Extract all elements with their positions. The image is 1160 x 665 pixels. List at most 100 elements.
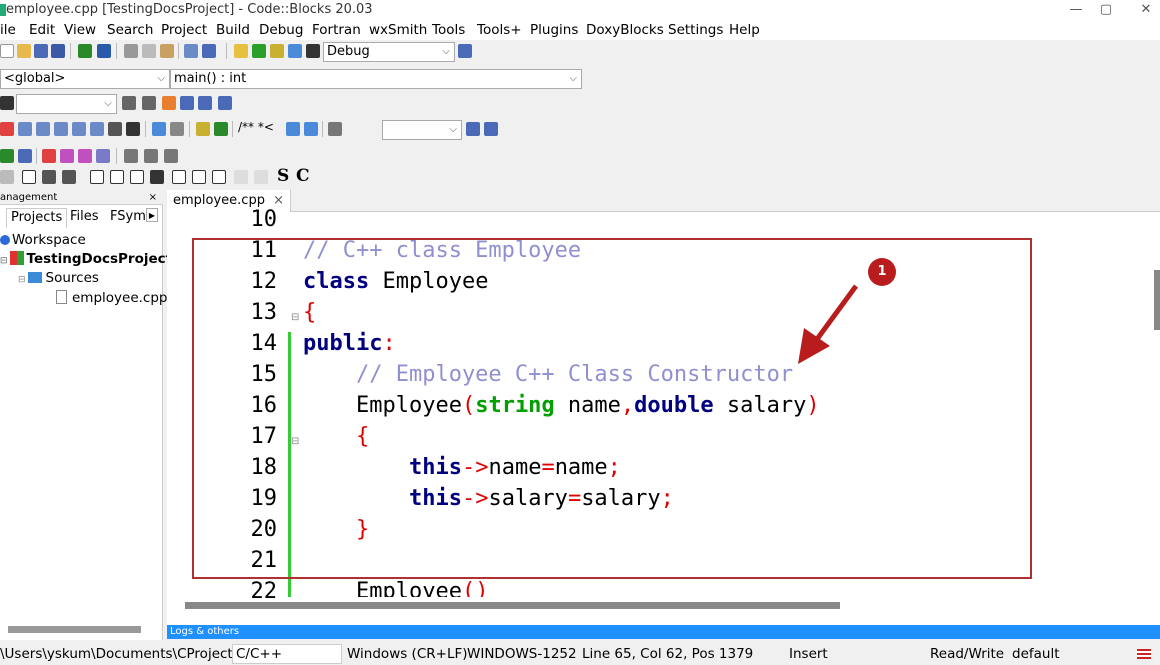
debug-start-icon[interactable] bbox=[0, 122, 14, 136]
save-icon[interactable] bbox=[34, 44, 48, 58]
menu-file[interactable]: ile bbox=[0, 20, 16, 40]
clear-bookmarks-icon[interactable] bbox=[96, 149, 110, 163]
find-icon[interactable] bbox=[184, 44, 198, 58]
tree-collapse-icon[interactable]: ⊟ bbox=[0, 256, 8, 266]
menu-build[interactable]: Build bbox=[216, 20, 250, 40]
rebuild-icon[interactable] bbox=[288, 44, 302, 58]
build-icon[interactable] bbox=[234, 44, 248, 58]
insert-before-icon[interactable] bbox=[42, 170, 56, 184]
next-instruction-icon[interactable] bbox=[90, 122, 104, 136]
next-line-icon[interactable] bbox=[36, 122, 50, 136]
code-snippet-select[interactable]: ⌵ bbox=[382, 120, 462, 140]
logs-panel-tab[interactable]: Logs & others bbox=[167, 625, 1160, 639]
doxywizard-icon[interactable] bbox=[196, 122, 210, 136]
language-flag-icon[interactable] bbox=[1137, 649, 1151, 659]
run-to-cursor-icon[interactable] bbox=[18, 122, 32, 136]
horizontal-scrollbar[interactable] bbox=[185, 602, 840, 609]
run-icon[interactable] bbox=[252, 44, 266, 58]
menu-search[interactable]: Search bbox=[107, 20, 153, 40]
close-tab-icon[interactable]: × bbox=[273, 193, 284, 208]
insert-after-icon[interactable] bbox=[62, 170, 76, 184]
copy-icon[interactable] bbox=[142, 44, 156, 58]
tree-workspace[interactable]: Workspace bbox=[0, 230, 86, 250]
build-and-run-icon[interactable] bbox=[270, 44, 284, 58]
search-forward-icon[interactable] bbox=[142, 96, 156, 110]
redo-icon[interactable] bbox=[97, 44, 111, 58]
save-all-icon[interactable] bbox=[51, 44, 65, 58]
widget-g-icon[interactable] bbox=[212, 170, 226, 184]
menu-project[interactable]: Project bbox=[161, 20, 207, 40]
extract-docs-icon[interactable] bbox=[214, 122, 228, 136]
regex-icon[interactable] bbox=[218, 96, 232, 110]
doxy-html-icon[interactable] bbox=[286, 122, 300, 136]
zoom-out-icon[interactable] bbox=[254, 170, 268, 184]
maximize-button[interactable]: ▢ bbox=[1086, 0, 1126, 20]
various-info-icon[interactable] bbox=[170, 122, 184, 136]
close-panel-icon[interactable]: × bbox=[149, 190, 157, 205]
highlight-icon[interactable] bbox=[162, 96, 176, 110]
doxy-help-icon[interactable] bbox=[304, 122, 318, 136]
next-change-icon[interactable] bbox=[164, 149, 178, 163]
match-case-icon[interactable] bbox=[198, 96, 212, 110]
menu-edit[interactable]: Edit bbox=[29, 20, 55, 40]
doxy-prefs-icon[interactable] bbox=[328, 122, 342, 136]
tree-project[interactable]: ⊟ TestingDocsProject bbox=[0, 249, 172, 269]
menu-fortran[interactable]: Fortran bbox=[312, 20, 361, 40]
cut-icon[interactable] bbox=[124, 44, 138, 58]
widget-b-icon[interactable] bbox=[110, 170, 124, 184]
tab-fsymbols[interactable]: FSym bbox=[106, 208, 150, 228]
build-target-options-icon[interactable] bbox=[458, 44, 472, 58]
find-icon[interactable] bbox=[466, 122, 480, 136]
new-file-icon[interactable] bbox=[0, 44, 14, 58]
tabs-scroll-right-icon[interactable]: ▶ bbox=[146, 208, 158, 222]
toggle-bookmark-icon[interactable] bbox=[42, 149, 56, 163]
build-target-select[interactable]: Debug ⌵ bbox=[323, 42, 455, 62]
menu-settings[interactable]: Settings bbox=[668, 20, 723, 40]
menu-doxyblocks[interactable]: DoxyBlocks bbox=[586, 20, 664, 40]
show-c-button[interactable]: C bbox=[296, 166, 310, 186]
menu-tools[interactable]: Tools bbox=[432, 20, 465, 40]
menu-wxsmith[interactable]: wxSmith bbox=[369, 20, 427, 40]
stop-debugger-icon[interactable] bbox=[126, 122, 140, 136]
jump-back-icon[interactable] bbox=[0, 149, 14, 163]
doxy-block-comment-button[interactable]: /** *< bbox=[238, 120, 274, 134]
menu-view[interactable]: View bbox=[64, 20, 96, 40]
widget-d-icon[interactable] bbox=[150, 170, 164, 184]
zoom-in-icon[interactable] bbox=[234, 170, 248, 184]
management-scrollbar[interactable] bbox=[8, 626, 141, 633]
paste-icon[interactable] bbox=[160, 44, 174, 58]
find-replace-icon[interactable] bbox=[484, 122, 498, 136]
search-input[interactable]: ⌵ bbox=[16, 94, 117, 114]
widget-f-icon[interactable] bbox=[192, 170, 206, 184]
undo-icon[interactable] bbox=[78, 44, 92, 58]
tab-projects[interactable]: Projects bbox=[6, 208, 68, 228]
next-bookmark-icon[interactable] bbox=[78, 149, 92, 163]
tree-collapse-icon[interactable]: ⊟ bbox=[18, 275, 26, 285]
scope-select[interactable]: <global> ⌵ bbox=[0, 69, 170, 89]
abort-icon[interactable] bbox=[306, 44, 320, 58]
step-out-icon[interactable] bbox=[72, 122, 86, 136]
menu-plugins[interactable]: Plugins bbox=[530, 20, 578, 40]
insert-into-icon[interactable] bbox=[22, 170, 36, 184]
selected-text-icon[interactable] bbox=[180, 96, 194, 110]
replace-icon[interactable] bbox=[202, 44, 216, 58]
function-select[interactable]: main() : int ⌵ bbox=[170, 69, 582, 89]
change-marker-icon[interactable] bbox=[144, 149, 158, 163]
menu-debug[interactable]: Debug bbox=[259, 20, 303, 40]
clear-search-icon[interactable] bbox=[0, 96, 14, 110]
jump-forward-icon[interactable] bbox=[18, 149, 32, 163]
tree-file-employee[interactable]: employee.cpp bbox=[56, 288, 168, 308]
menu-help[interactable]: Help bbox=[729, 20, 760, 40]
tree-sources-folder[interactable]: ⊟ Sources bbox=[18, 268, 99, 288]
pointer-icon[interactable] bbox=[0, 170, 14, 184]
open-file-icon[interactable] bbox=[17, 44, 31, 58]
widget-c-icon[interactable] bbox=[130, 170, 144, 184]
step-into-icon[interactable] bbox=[54, 122, 68, 136]
prev-change-icon[interactable] bbox=[124, 149, 138, 163]
menu-tools-plus[interactable]: Tools+ bbox=[477, 20, 522, 40]
widget-e-icon[interactable] bbox=[172, 170, 186, 184]
break-debugger-icon[interactable] bbox=[108, 122, 122, 136]
search-backward-icon[interactable] bbox=[122, 96, 136, 110]
widget-a-icon[interactable] bbox=[90, 170, 104, 184]
vertical-scrollbar[interactable] bbox=[1154, 270, 1160, 330]
